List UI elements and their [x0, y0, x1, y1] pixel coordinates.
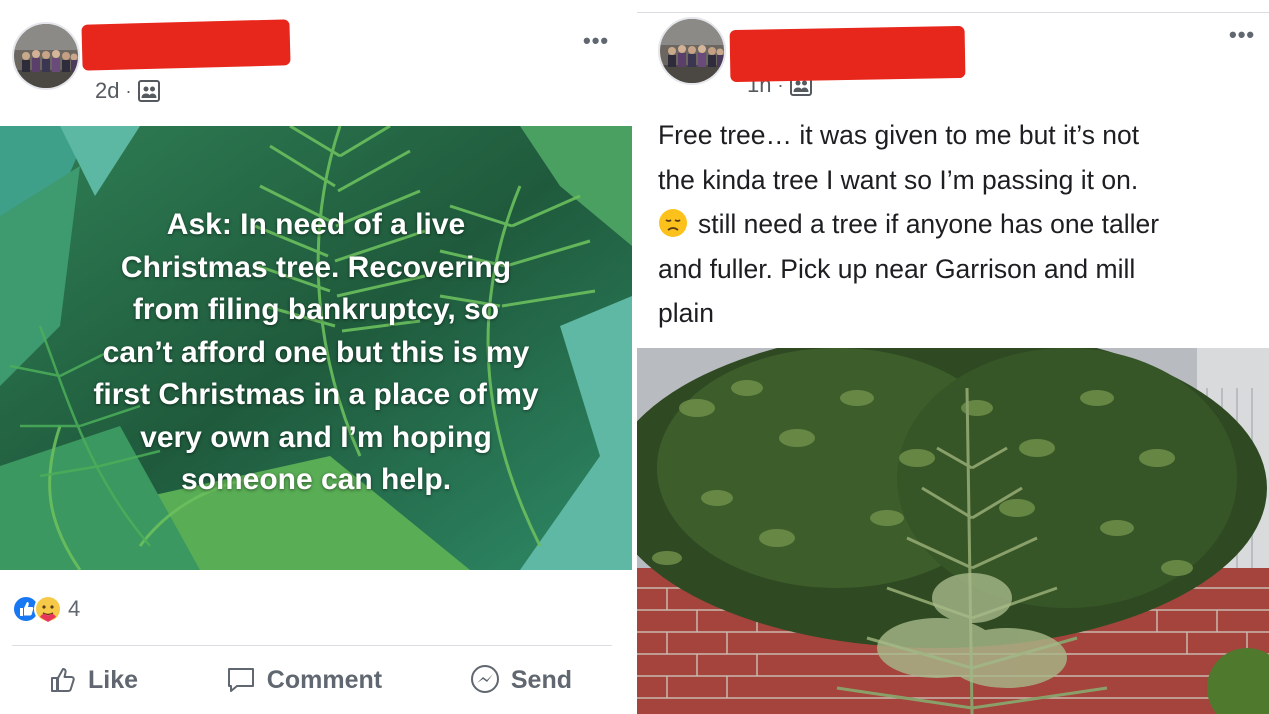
comment-label: Comment: [266, 665, 383, 694]
post-text-line: first Christmas in a place of my: [93, 378, 539, 411]
thumbs-up-icon: [48, 665, 78, 695]
post-text-line: Ask: In need of a live: [166, 208, 466, 241]
separator-dot: ·: [125, 80, 132, 101]
post-text-line: plain: [658, 298, 714, 328]
post-text-line: still need a tree if anyone has one tall…: [658, 202, 1258, 247]
reaction-summary[interactable]: 4: [12, 595, 80, 623]
reaction-count: 4: [68, 596, 81, 621]
comment-button[interactable]: Comment: [225, 665, 382, 695]
like-label: Like: [88, 665, 139, 694]
post-text-line: very own and I’m hoping: [140, 420, 492, 454]
messenger-icon: [469, 664, 501, 696]
redacted-name: [81, 19, 291, 71]
redacted-name: [729, 25, 966, 83]
background-text-card: Ask: In need of a live Christmas tree. R…: [0, 126, 632, 570]
post-text-line: and fuller. Pick up near Garrison and mi…: [658, 253, 1136, 284]
card-top-border: [637, 12, 1269, 13]
post-text-line-content: still need a tree if anyone has one tall…: [698, 209, 1160, 239]
profile-avatar[interactable]: [12, 22, 80, 90]
tree-photo: [637, 348, 1269, 714]
send-button[interactable]: Send: [469, 664, 572, 696]
timestamp[interactable]: 2d: [95, 78, 119, 104]
post-action-bar: Like Comment Send: [12, 645, 612, 714]
care-reaction-icon: [34, 595, 62, 623]
post-text-line: Free tree… it was given to me but it’s n…: [658, 120, 1140, 150]
post-left: 2d · ••• Ask: In need of a live Christma…: [0, 0, 632, 714]
like-button[interactable]: Like: [48, 665, 138, 695]
profile-avatar[interactable]: [658, 17, 726, 85]
send-label: Send: [510, 665, 572, 694]
post-photo[interactable]: [637, 348, 1269, 714]
more-options-button[interactable]: •••: [1229, 22, 1255, 48]
more-options-button[interactable]: •••: [583, 28, 609, 54]
post-meta: 2d ·: [95, 78, 161, 104]
post-text-line: someone can help.: [180, 463, 452, 496]
background-post-text: Ask: In need of a live Christmas tree. R…: [20, 204, 612, 502]
post-text-line: the kinda tree I want so I’m passing it …: [658, 164, 1139, 195]
friends-icon[interactable]: [137, 79, 161, 103]
post-text-line: Christmas tree. Recovering: [120, 250, 512, 284]
disappointed-face-icon: [658, 207, 688, 237]
post-body-text: Free tree… it was given to me but it’s n…: [658, 113, 1258, 336]
post-text-line: can’t afford one but this is my: [102, 335, 530, 369]
post-text-line: from filing bankruptcy, so: [132, 293, 500, 326]
post-right: 1h · ••• Free tree… it was given to me b…: [637, 0, 1269, 714]
comment-bubble-icon: [225, 665, 257, 695]
